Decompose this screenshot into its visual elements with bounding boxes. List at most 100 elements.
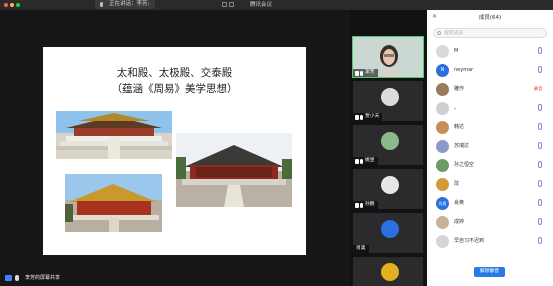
- presentation-slide: 太和殿、太极殿、交泰殿 （蕴涵《周易》美学思想）: [43, 47, 306, 255]
- mic-icon[interactable]: [538, 66, 542, 73]
- avatar: [436, 216, 449, 229]
- presenter-label: 李芳的屏幕共享: [3, 273, 60, 283]
- member-row[interactable]: M: [427, 43, 553, 60]
- slide-title-line1: 太和殿、太极殿、交泰殿: [116, 67, 233, 79]
- close-window-icon[interactable]: [4, 3, 8, 7]
- avatar: [436, 83, 449, 96]
- mic-icon[interactable]: [538, 218, 542, 225]
- avatar: [436, 140, 449, 153]
- jiaotai-hall-photo: [65, 174, 162, 232]
- mic-icon[interactable]: [538, 237, 542, 244]
- avatar: 肖奥: [436, 197, 449, 210]
- tile-name-label: 肖奥: [353, 245, 369, 253]
- member-name: 早自习不迟到: [454, 238, 485, 244]
- member-name: 玟: [454, 181, 460, 187]
- taiji-hall-photo: [176, 133, 292, 207]
- member-name: 苏瑞达: [454, 143, 470, 149]
- tile-name: 贾小天: [365, 114, 380, 119]
- video-tile[interactable]: 贾小天: [353, 81, 423, 121]
- window-title: 腾讯会议: [250, 2, 273, 8]
- member-name: M: [454, 48, 459, 54]
- camera-icon: [355, 202, 359, 208]
- member-name: 韩达: [454, 124, 465, 130]
- member-name: 。: [454, 105, 460, 111]
- avatar: [436, 102, 449, 115]
- member-row[interactable]: 玟: [427, 176, 553, 193]
- avatar: [436, 235, 449, 248]
- avatar-initials: N: [440, 67, 445, 73]
- member-row[interactable]: 雕作 静音: [427, 81, 553, 98]
- tile-name: 姚昱: [365, 158, 375, 163]
- slide-title: 太和殿、太极殿、交泰殿 （蕴涵《周易》美学思想）: [43, 65, 306, 97]
- mic-icon: [360, 70, 363, 76]
- minimize-window-icon[interactable]: [10, 3, 14, 7]
- fullscreen-icon[interactable]: [229, 2, 234, 7]
- avatar: [436, 45, 449, 58]
- view-toggle[interactable]: [222, 2, 234, 7]
- mic-icon[interactable]: [538, 123, 542, 130]
- mic-icon: [360, 202, 363, 208]
- member-name: neymar: [454, 67, 474, 73]
- camera-icon: [355, 158, 359, 164]
- avatar: N: [436, 64, 449, 77]
- video-tile[interactable]: 肖奥: [353, 213, 423, 253]
- member-row[interactable]: 早自习不迟到: [427, 233, 553, 250]
- avatar: [381, 88, 399, 106]
- mic-icon: [15, 275, 19, 281]
- camera-icon: [355, 70, 359, 76]
- unmute-all-button[interactable]: 解除静音: [474, 267, 505, 277]
- gallery-icon[interactable]: [222, 2, 227, 7]
- avatar: [381, 132, 399, 150]
- member-name: 孙之恒空: [454, 162, 475, 168]
- tile-name: 肖奥: [356, 246, 366, 251]
- mic-icon: [360, 158, 363, 164]
- member-row[interactable]: 成婷: [427, 214, 553, 231]
- presenter-name: 李芳的屏幕共享: [25, 275, 61, 281]
- speaking-label: 正在讲话：李芳;: [109, 1, 150, 7]
- tile-name: 孙鹏: [365, 202, 375, 207]
- member-row[interactable]: 。: [427, 100, 553, 117]
- mic-icon[interactable]: [538, 47, 542, 54]
- mic-icon[interactable]: [538, 180, 542, 187]
- member-row[interactable]: 肖奥 肖奥: [427, 195, 553, 212]
- avatar: [436, 159, 449, 172]
- member-name: 成婷: [454, 219, 465, 225]
- video-strip: 李芳 贾小天 姚昱 孙鹏 肖奥: [350, 10, 427, 286]
- mic-icon[interactable]: [538, 104, 542, 111]
- video-tile[interactable]: 孙鹏: [353, 169, 423, 209]
- avatar: [381, 263, 399, 281]
- search-icon: [437, 31, 441, 35]
- search-input[interactable]: [444, 29, 544, 37]
- mic-icon: [360, 114, 363, 120]
- speaking-indicator: 正在讲话：李芳;: [95, 0, 156, 9]
- members-panel: ✕ 成员(64) MNneymar雕作静音。韩达苏瑞达孙之恒空玟肖奥肖奥成婷早自…: [427, 10, 553, 286]
- slide-title-line2: （蕴涵《周易》美学思想）: [111, 83, 238, 95]
- member-status-badge: 静音: [534, 86, 543, 91]
- mic-icon: [100, 1, 103, 7]
- member-row[interactable]: Nneymar: [427, 62, 553, 79]
- member-row[interactable]: 苏瑞达: [427, 138, 553, 155]
- member-search[interactable]: [433, 28, 547, 38]
- mic-icon[interactable]: [538, 161, 542, 168]
- tile-name-label: 孙鹏: [353, 201, 378, 209]
- member-name: 雕作: [454, 86, 465, 92]
- member-row[interactable]: 孙之恒空: [427, 157, 553, 174]
- video-tile[interactable]: [353, 257, 423, 286]
- tile-name: 李芳: [365, 70, 375, 75]
- members-panel-title: 成员(64): [478, 15, 502, 21]
- tile-name-label: 李芳: [353, 69, 378, 77]
- taihe-hall-photo: [56, 111, 172, 159]
- avatar-initials: 肖奥: [438, 201, 447, 206]
- zoom-window-icon[interactable]: [16, 3, 20, 7]
- mic-icon[interactable]: [538, 142, 542, 149]
- screen-share-area: 太和殿、太极殿、交泰殿 （蕴涵《周易》美学思想）: [0, 10, 350, 272]
- avatar: [381, 220, 399, 238]
- tile-name-label: 贾小天: [353, 113, 383, 121]
- member-row[interactable]: 韩达: [427, 119, 553, 136]
- video-tile[interactable]: 姚昱: [353, 125, 423, 165]
- video-tile[interactable]: 李芳: [352, 36, 424, 78]
- mic-icon[interactable]: [538, 199, 542, 206]
- avatar: [436, 121, 449, 134]
- avatar: [381, 176, 399, 194]
- title-bar: 正在讲话：李芳; 腾讯会议: [0, 0, 553, 10]
